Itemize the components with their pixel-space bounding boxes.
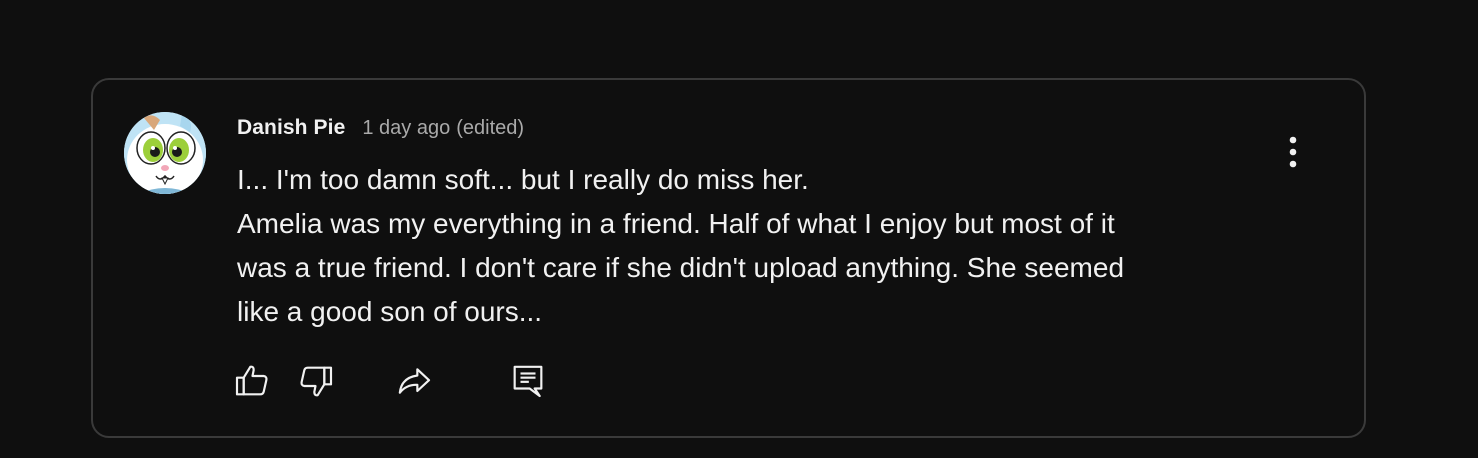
comment-content: Danish Pie 1 day ago (edited) I... I'm t… bbox=[237, 116, 1267, 334]
reply-button[interactable] bbox=[507, 360, 549, 402]
comment-timestamp[interactable]: 1 day ago bbox=[362, 117, 450, 140]
comment-card: Danish Pie 1 day ago (edited) I... I'm t… bbox=[91, 78, 1366, 438]
thumbs-down-icon bbox=[300, 366, 333, 397]
comment-text: I... I'm too damn soft... but I really d… bbox=[237, 158, 1267, 334]
comment-text-line: was a true friend. I don't care if she d… bbox=[237, 252, 1125, 283]
share-arrow-icon bbox=[398, 368, 431, 394]
dislike-button[interactable] bbox=[295, 360, 337, 402]
avatar[interactable] bbox=[124, 112, 206, 194]
comment-text-line: like a good son of ours... bbox=[237, 296, 543, 327]
author-name[interactable]: Danish Pie bbox=[237, 116, 345, 140]
more-vertical-icon bbox=[1289, 136, 1297, 168]
share-button[interactable] bbox=[393, 360, 435, 402]
comment-text-line: Amelia was my everything in a friend. Ha… bbox=[237, 208, 1115, 239]
page: Danish Pie 1 day ago (edited) I... I'm t… bbox=[0, 0, 1478, 458]
cartoon-bunny-avatar-icon bbox=[124, 112, 206, 194]
more-options-button[interactable] bbox=[1271, 130, 1315, 174]
like-button[interactable] bbox=[231, 360, 273, 402]
edited-label: (edited) bbox=[456, 117, 525, 139]
comment-header: Danish Pie 1 day ago (edited) bbox=[237, 116, 1267, 146]
comment-text-line: I... I'm too damn soft... but I really d… bbox=[237, 164, 809, 195]
thumbs-up-icon bbox=[235, 365, 268, 396]
reply-comment-icon bbox=[513, 365, 543, 398]
